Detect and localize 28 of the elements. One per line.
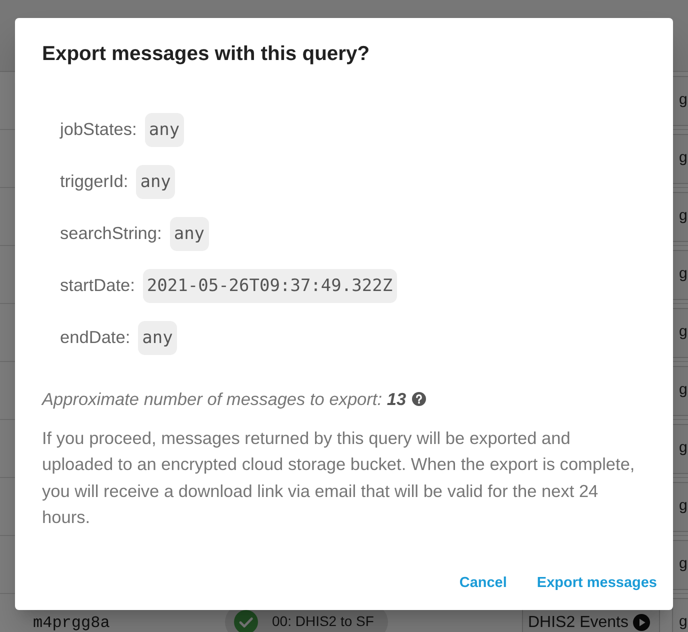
query-value: any [138, 321, 177, 355]
table-cell: g [672, 134, 688, 184]
table-cell-text: m4prgg8a [32, 614, 110, 632]
dialog-title: Export messages with this query? [42, 42, 371, 66]
query-value: any [136, 165, 175, 199]
query-value: 2021-05-26T09:37:49.322Z [142, 269, 397, 303]
query-label: endDate: [60, 326, 130, 350]
table-cell: g [672, 598, 688, 632]
query-label: searchString: [60, 222, 162, 246]
query-label: startDate: [60, 274, 135, 298]
help-icon[interactable] [412, 392, 426, 406]
play-icon [633, 614, 650, 631]
table-cell: g [672, 366, 688, 416]
query-label: jobStates: [60, 118, 137, 142]
export-button[interactable]: Export messages [528, 565, 665, 601]
query-value: any [170, 217, 209, 251]
table-cell: g [672, 482, 688, 532]
query-value: any [144, 113, 184, 147]
table-cell: g [672, 192, 688, 242]
cancel-button[interactable]: Cancel [451, 565, 515, 601]
table-cell: g [672, 424, 688, 474]
query-label: triggerId: [60, 170, 128, 194]
export-description: If you proceed, messages returned by this query will be exported and uploaded to an encrypted cloud storage bucket. When the export is complete, you will receive a download link via email that will be valid for the next 24 hours. [42, 427, 636, 529]
table-cell: g [672, 250, 688, 300]
export-count-text: Approximate number of messages to export: 13 [42, 388, 406, 411]
table-cell: g [672, 308, 688, 358]
table-cell: g [672, 76, 688, 126]
table-cell: g [672, 540, 688, 590]
